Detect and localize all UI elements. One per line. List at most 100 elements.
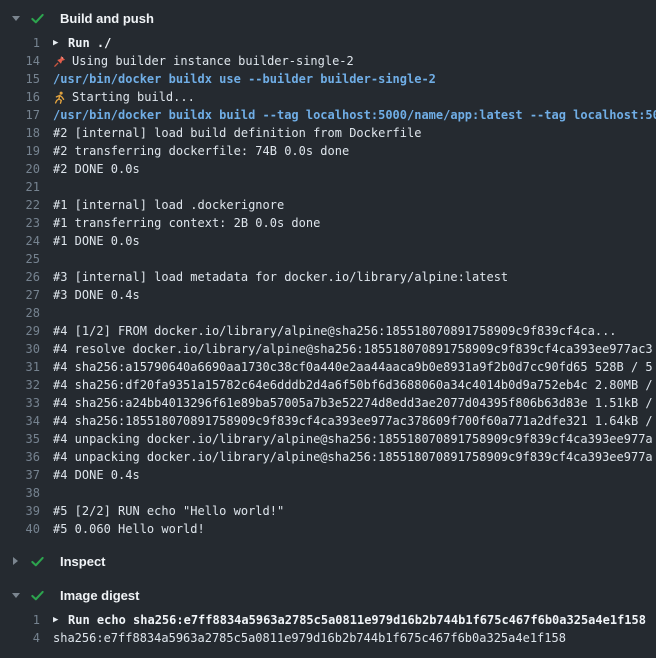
line-number[interactable]: 24: [0, 232, 40, 250]
log-text: #2 transferring dockerfile: 74B 0.0s don…: [53, 142, 656, 160]
log-line: 40 #5 0.060 Hello world!: [0, 520, 656, 538]
line-number[interactable]: 25: [0, 250, 40, 268]
log-line: 14 Using builder instance builder-single-…: [0, 52, 656, 70]
log-line: 24 #1 DONE 0.0s: [0, 232, 656, 250]
log-text: #1 DONE 0.0s: [53, 232, 656, 250]
line-number[interactable]: 38: [0, 484, 40, 502]
log-line-message: #5 0.060 Hello world!: [53, 520, 205, 538]
line-number[interactable]: 1: [0, 34, 40, 52]
step-header[interactable]: Build and push: [0, 5, 656, 31]
log-line-message: #4 sha256:185518070891758909c9f839cf4ca3…: [53, 412, 653, 430]
log-line: 34 #4 sha256:185518070891758909c9f839cf4c…: [0, 412, 656, 430]
line-number[interactable]: 32: [0, 376, 40, 394]
line-number[interactable]: 15: [0, 70, 40, 88]
log-text: #3 DONE 0.4s: [53, 286, 656, 304]
line-number[interactable]: 33: [0, 394, 40, 412]
line-number[interactable]: 39: [0, 502, 40, 520]
step-title: Build and push: [60, 11, 154, 26]
log-text: #4 DONE 0.4s: [53, 466, 656, 484]
log-text: #1 [internal] load .dockerignore: [53, 196, 656, 214]
line-number[interactable]: 28: [0, 304, 40, 322]
line-number[interactable]: 30: [0, 340, 40, 358]
line-number[interactable]: 29: [0, 322, 40, 340]
step-title: Inspect: [60, 554, 106, 569]
log-line: 16 Starting build...: [0, 88, 656, 106]
line-number[interactable]: 27: [0, 286, 40, 304]
job-step-section: Inspect: [0, 548, 656, 574]
log-line-message: /usr/bin/docker buildx use --builder bui…: [53, 70, 436, 88]
log-text: #4 unpacking docker.io/library/alpine@sh…: [53, 430, 656, 448]
log-text: #1 transferring context: 2B 0.0s done: [53, 214, 656, 232]
log-line-message: #4 sha256:df20fa9351a15782c64e6dddb2d4a6…: [53, 376, 653, 394]
log-line-message: #4 resolve docker.io/library/alpine@sha2…: [53, 340, 653, 358]
log-line-message: #4 unpacking docker.io/library/alpine@sh…: [53, 448, 653, 466]
line-number[interactable]: 35: [0, 430, 40, 448]
chevron-right-icon: [10, 557, 21, 565]
line-number[interactable]: 26: [0, 268, 40, 286]
line-number[interactable]: 34: [0, 412, 40, 430]
chevron-right-icon: [13, 557, 18, 565]
line-number[interactable]: 20: [0, 160, 40, 178]
log-line-message: #2 DONE 0.0s: [53, 160, 140, 178]
chevron-down-icon: [12, 593, 20, 598]
line-number[interactable]: 21: [0, 178, 40, 196]
log-line: 1 ▶ Run echo sha256:e7ff8834a5963a2785c5a0…: [0, 611, 656, 629]
line-number[interactable]: 16: [0, 88, 40, 106]
log-line-message: #4 unpacking docker.io/library/alpine@sh…: [53, 430, 653, 448]
line-number[interactable]: 31: [0, 358, 40, 376]
line-number[interactable]: 1: [0, 611, 40, 629]
log-text: #4 sha256:df20fa9351a15782c64e6dddb2d4a6…: [53, 376, 656, 394]
chevron-down-icon: [10, 593, 21, 598]
log-text: ▶ Run ./: [53, 34, 656, 52]
pushpin-icon: [53, 55, 66, 68]
log-lines: 1 ▶ Run echo sha256:e7ff8834a5963a2785c5a0…: [0, 611, 656, 647]
log-text: #5 0.060 Hello world!: [53, 520, 656, 538]
log-line: 26#3 [internal] load metadata for docker…: [0, 268, 656, 286]
log-line: 30 #4 resolve docker.io/library/alpine@sh…: [0, 340, 656, 358]
line-number[interactable]: 36: [0, 448, 40, 466]
log-line: 19 #2 transferring dockerfile: 74B 0.0s d…: [0, 142, 656, 160]
log-line-message: Run ./: [68, 34, 111, 52]
step-title: Image digest: [60, 588, 139, 603]
log-line: 17/usr/bin/docker buildx build --tag loc…: [0, 106, 656, 124]
log-text: #4 resolve docker.io/library/alpine@sha2…: [53, 340, 656, 358]
log-line: 35 #4 unpacking docker.io/library/alpine@…: [0, 430, 656, 448]
log-line: 1 ▶ Run ./: [0, 34, 656, 52]
step-header[interactable]: Image digest: [0, 582, 656, 608]
log-line: 23 #1 transferring context: 2B 0.0s done: [0, 214, 656, 232]
line-number[interactable]: 22: [0, 196, 40, 214]
play-expander-icon[interactable]: ▶: [53, 611, 63, 629]
line-number[interactable]: 14: [0, 52, 40, 70]
log-text: Starting build...: [53, 88, 656, 106]
play-expander-icon[interactable]: ▶: [53, 34, 63, 52]
log-line: 25: [0, 250, 656, 268]
log-line-message: #1 DONE 0.0s: [53, 232, 140, 250]
log-line-message: #4 DONE 0.4s: [53, 466, 140, 484]
chevron-down-icon: [10, 16, 21, 21]
log-line: 29#4 [1/2] FROM docker.io/library/alpine…: [0, 322, 656, 340]
line-number[interactable]: 40: [0, 520, 40, 538]
line-number[interactable]: 17: [0, 106, 40, 124]
log-line-message: sha256:e7ff8834a5963a2785c5a0811e979d16b…: [53, 629, 566, 647]
chevron-down-icon: [12, 16, 20, 21]
log-line: 37 #4 DONE 0.4s: [0, 466, 656, 484]
log-lines: 1 ▶ Run ./ 14 Using builder instance builder…: [0, 34, 656, 538]
log-text: #4 sha256:a24bb4013296f61e89ba57005a7b3e…: [53, 394, 656, 412]
log-line-message: Run echo sha256:e7ff8834a5963a2785c5a081…: [68, 611, 646, 629]
line-number[interactable]: 19: [0, 142, 40, 160]
line-number[interactable]: 23: [0, 214, 40, 232]
log-text: #5 [2/2] RUN echo "Hello world!": [53, 502, 656, 520]
log-line-message: Starting build...: [72, 88, 195, 106]
check-icon: [30, 11, 45, 26]
log-text: Using builder instance builder-single-2: [53, 52, 656, 70]
check-icon: [30, 554, 45, 569]
line-number[interactable]: 4: [0, 629, 40, 647]
log-line: 21: [0, 178, 656, 196]
log-text: sha256:e7ff8834a5963a2785c5a0811e979d16b…: [53, 629, 656, 647]
log-line-message: #4 sha256:a15790640a6690aa1730c38cf0a440…: [53, 358, 653, 376]
line-number[interactable]: 18: [0, 124, 40, 142]
step-header[interactable]: Inspect: [0, 548, 656, 574]
line-number[interactable]: 37: [0, 466, 40, 484]
actions-log-viewer: Build and push1▶Run ./14Using builder in…: [0, 0, 656, 658]
log-line: 20 #2 DONE 0.0s: [0, 160, 656, 178]
